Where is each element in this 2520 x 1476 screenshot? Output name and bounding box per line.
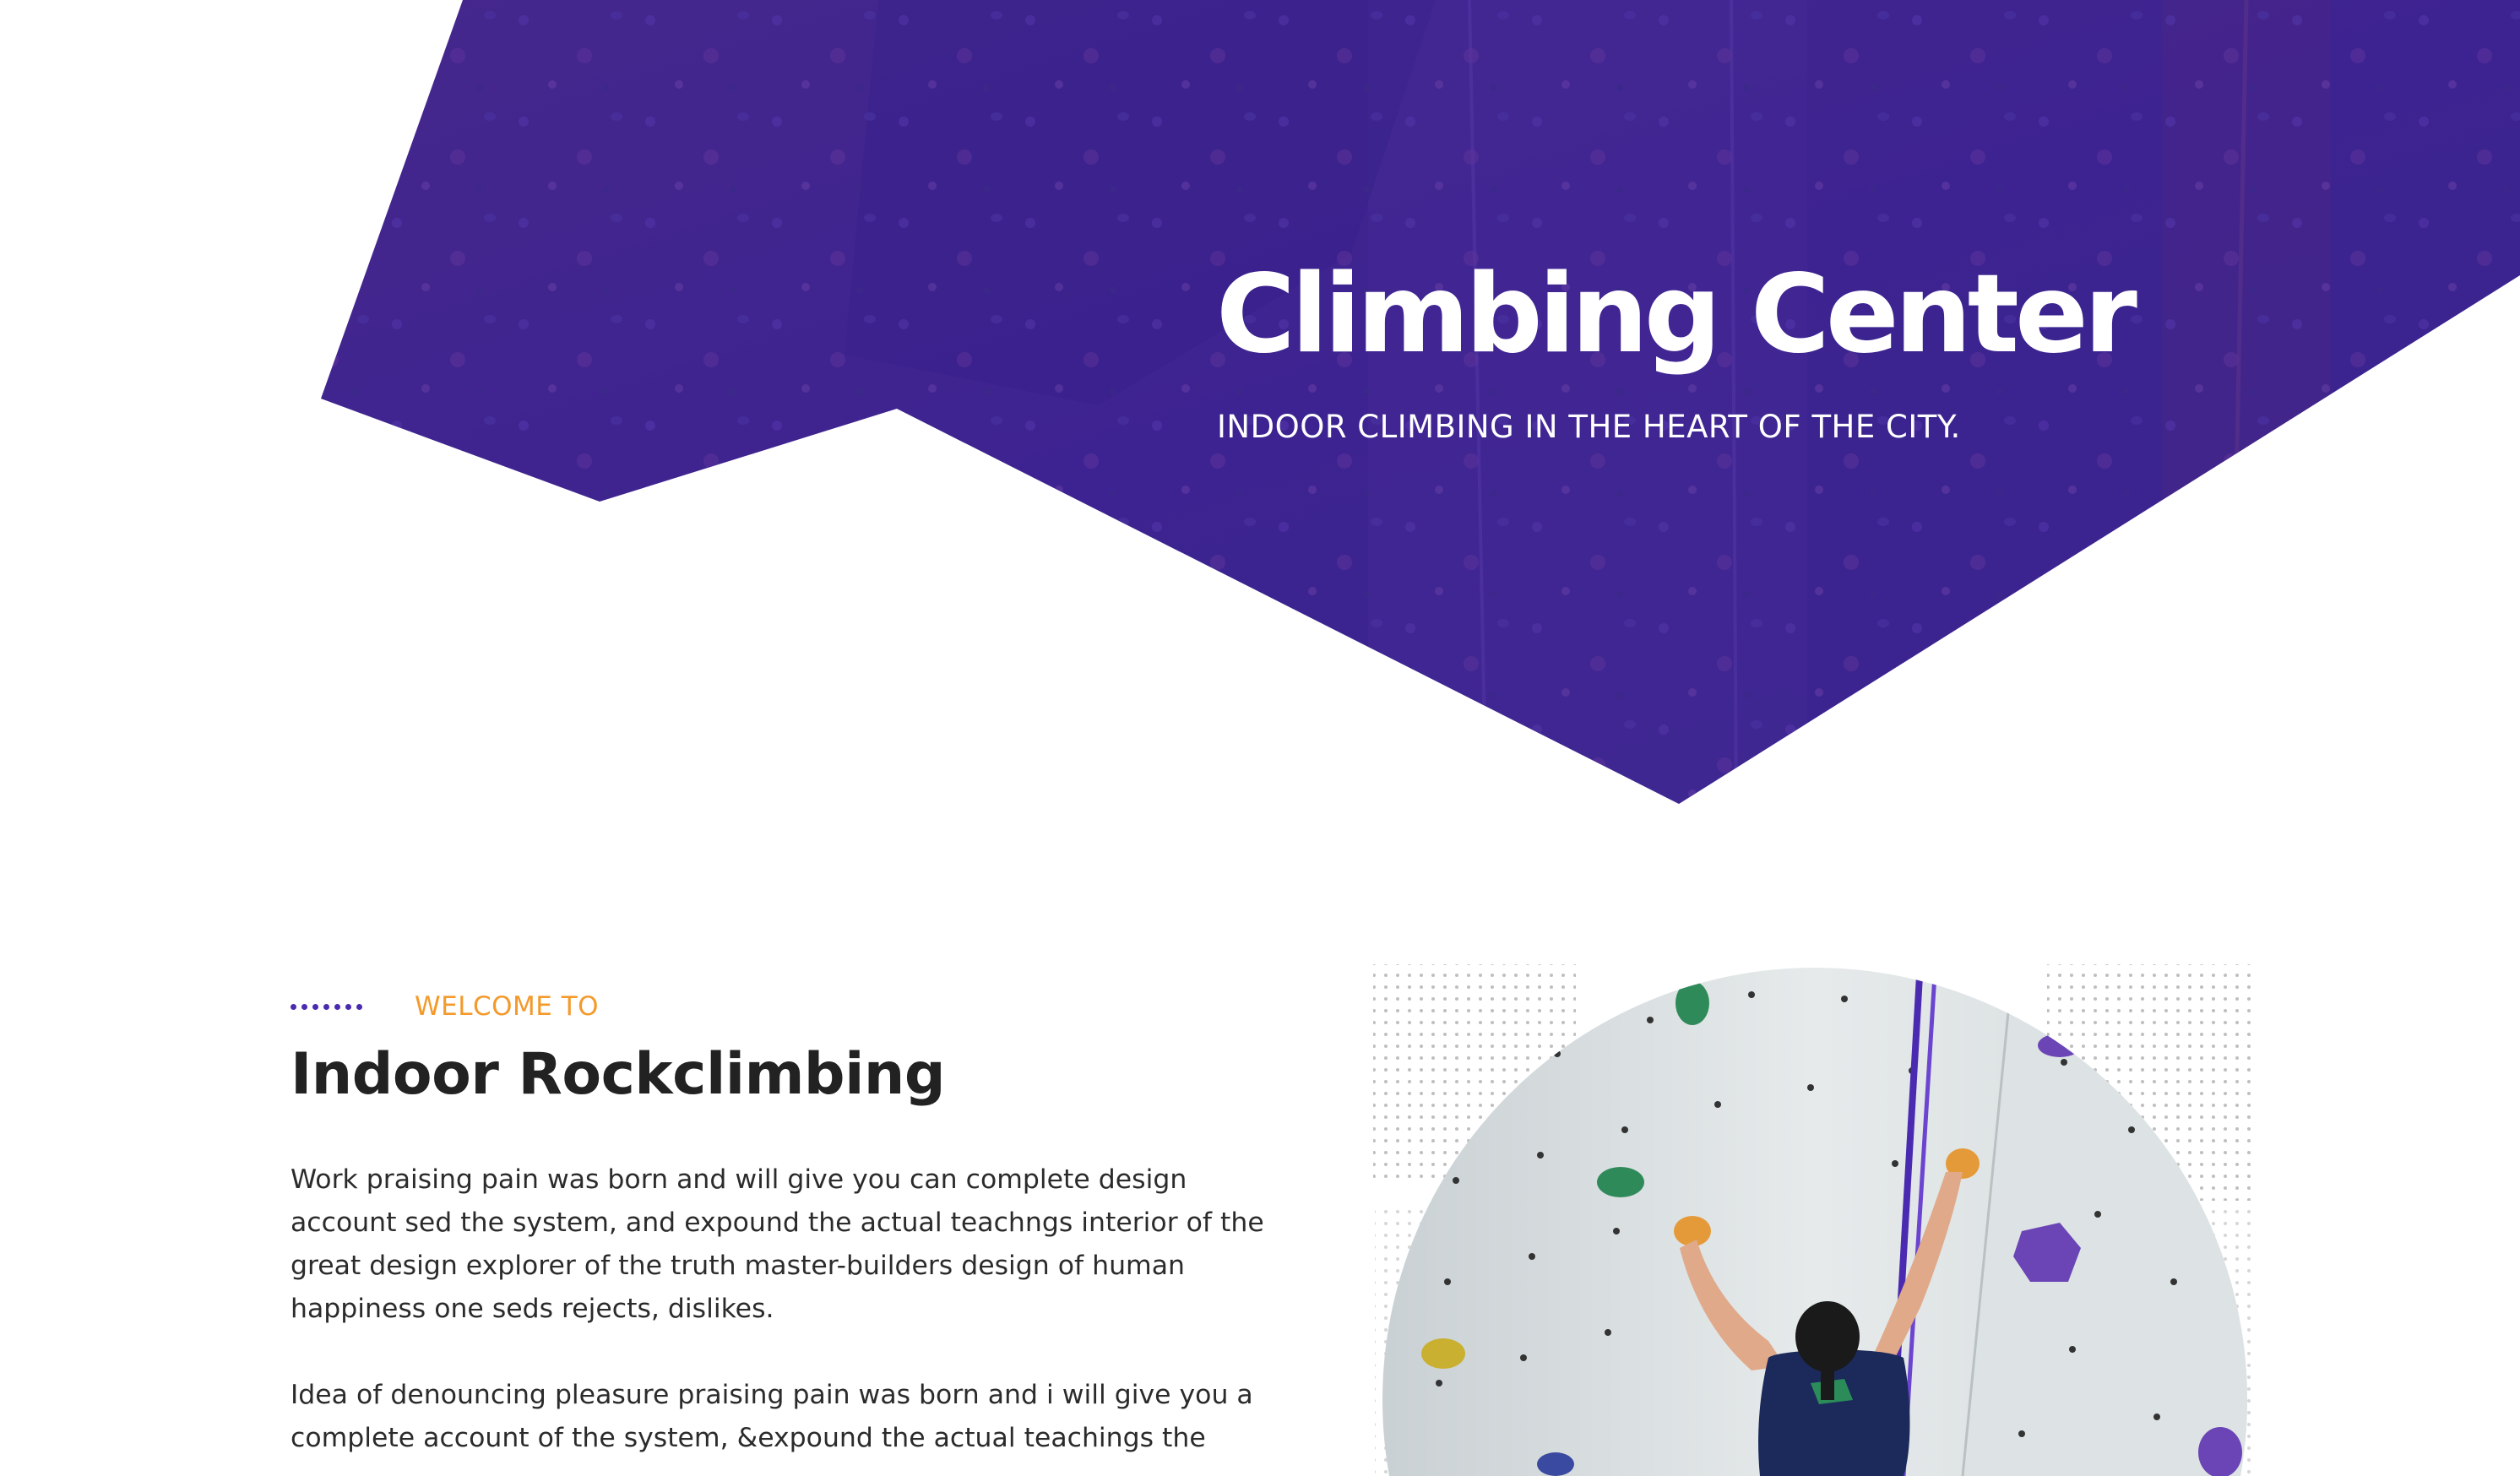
- intro-paragraph-2: Idea of denouncing pleasure praising pai…: [291, 1379, 1253, 1453]
- hero-banner: [321, 0, 2520, 804]
- hero-subtitle: INDOOR CLIMBING IN THE HEART OF THE CITY…: [1217, 409, 1961, 445]
- intro-paragraph-1: Work praising pain was born and will giv…: [291, 1164, 1264, 1324]
- section-eyebrow: WELCOME TO: [415, 991, 600, 1022]
- intro-section: WELCOME TO Indoor Rockclimbing Work prai…: [291, 979, 1287, 1460]
- dots-divider-icon: [291, 1003, 362, 1010]
- climbing-photo: [1373, 964, 2255, 1476]
- section-heading: Indoor Rockclimbing: [291, 1041, 946, 1108]
- eyebrow-row: WELCOME TO: [291, 979, 1287, 1034]
- hero-background-image: [321, 0, 2520, 804]
- climbing-photo-block: [1371, 961, 2258, 1476]
- hero-title: Climbing Center: [1216, 252, 2137, 377]
